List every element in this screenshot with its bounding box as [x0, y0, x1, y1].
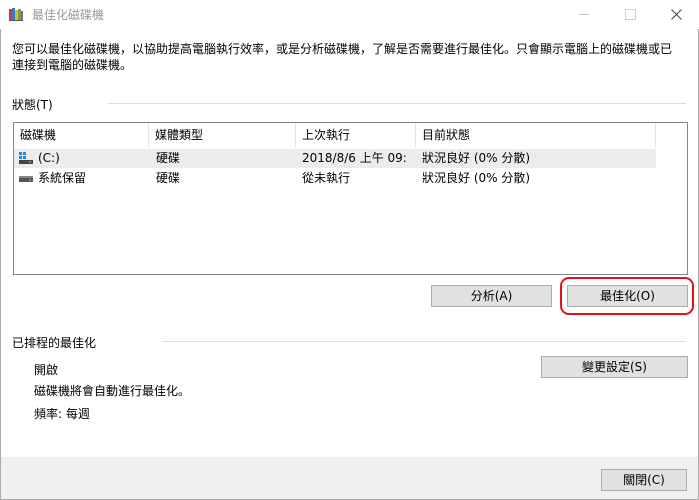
schedule-auto-text: 磁碟機將會自動進行最佳化。 — [34, 384, 191, 398]
maximize-button[interactable] — [607, 0, 653, 29]
drive-last-run: 從未執行 — [302, 171, 351, 185]
analyze-button[interactable]: 分析(A) — [431, 285, 552, 307]
schedule-state: 開啟 — [34, 363, 59, 377]
minimize-button[interactable] — [561, 0, 607, 29]
drive-list[interactable]: 磁碟機 媒體類型 上次執行 目前狀態 (C:) 硬碟 2018/8/6 上午 0… — [13, 122, 688, 275]
schedule-frequency: 頻率: 每週 — [34, 407, 90, 421]
column-header-last-run[interactable]: 上次執行 — [296, 123, 416, 148]
maximize-icon — [624, 9, 636, 20]
close-button[interactable]: 關閉(C) — [601, 469, 687, 491]
status-group-label: 狀態(T) — [12, 96, 53, 113]
column-header-current-status[interactable]: 目前狀態 — [416, 123, 656, 148]
drive-last-run: 2018/8/6 上午 09: — [302, 151, 407, 165]
scheduled-group-divider — [162, 341, 686, 342]
drive-media-type: 硬碟 — [156, 151, 181, 165]
drive-row-c[interactable]: (C:) 硬碟 2018/8/6 上午 09: 狀況良好 (0% 分散) — [14, 149, 656, 168]
drive-media-type: 硬碟 — [156, 171, 181, 185]
title-bar[interactable]: 最佳化磁碟機 — [0, 0, 699, 29]
drive-status: 狀況良好 (0% 分散) — [422, 171, 531, 185]
column-header-media-type[interactable]: 媒體類型 — [149, 123, 296, 148]
optimize-highlight-annotation — [560, 277, 694, 315]
close-window-button[interactable] — [653, 0, 699, 29]
drive-status: 狀況良好 (0% 分散) — [422, 151, 531, 165]
drive-name: 系統保留 — [38, 171, 87, 185]
window-title: 最佳化磁碟機 — [32, 8, 105, 22]
drive-icon — [19, 172, 33, 184]
description-text: 您可以最佳化磁碟機，以協助提高電腦執行效率，或是分析磁碟機，了解是否需要進行最佳… — [12, 42, 673, 72]
drive-row-system-reserved[interactable]: 系統保留 硬碟 從未執行 狀況良好 (0% 分散) — [14, 169, 656, 188]
drive-name: (C:) — [38, 151, 60, 165]
scheduled-group-label: 已排程的最佳化 — [12, 334, 97, 351]
close-icon — [670, 9, 682, 20]
minimize-icon — [579, 14, 589, 15]
column-header-drive[interactable]: 磁碟機 — [14, 123, 149, 148]
windows-drive-icon — [19, 152, 33, 164]
defrag-app-icon — [8, 6, 24, 22]
change-settings-button[interactable]: 變更設定(S) — [541, 356, 688, 378]
dialog-footer — [1, 457, 698, 499]
drive-list-header: 磁碟機 媒體類型 上次執行 目前狀態 — [14, 123, 656, 148]
status-group-divider — [108, 103, 686, 104]
